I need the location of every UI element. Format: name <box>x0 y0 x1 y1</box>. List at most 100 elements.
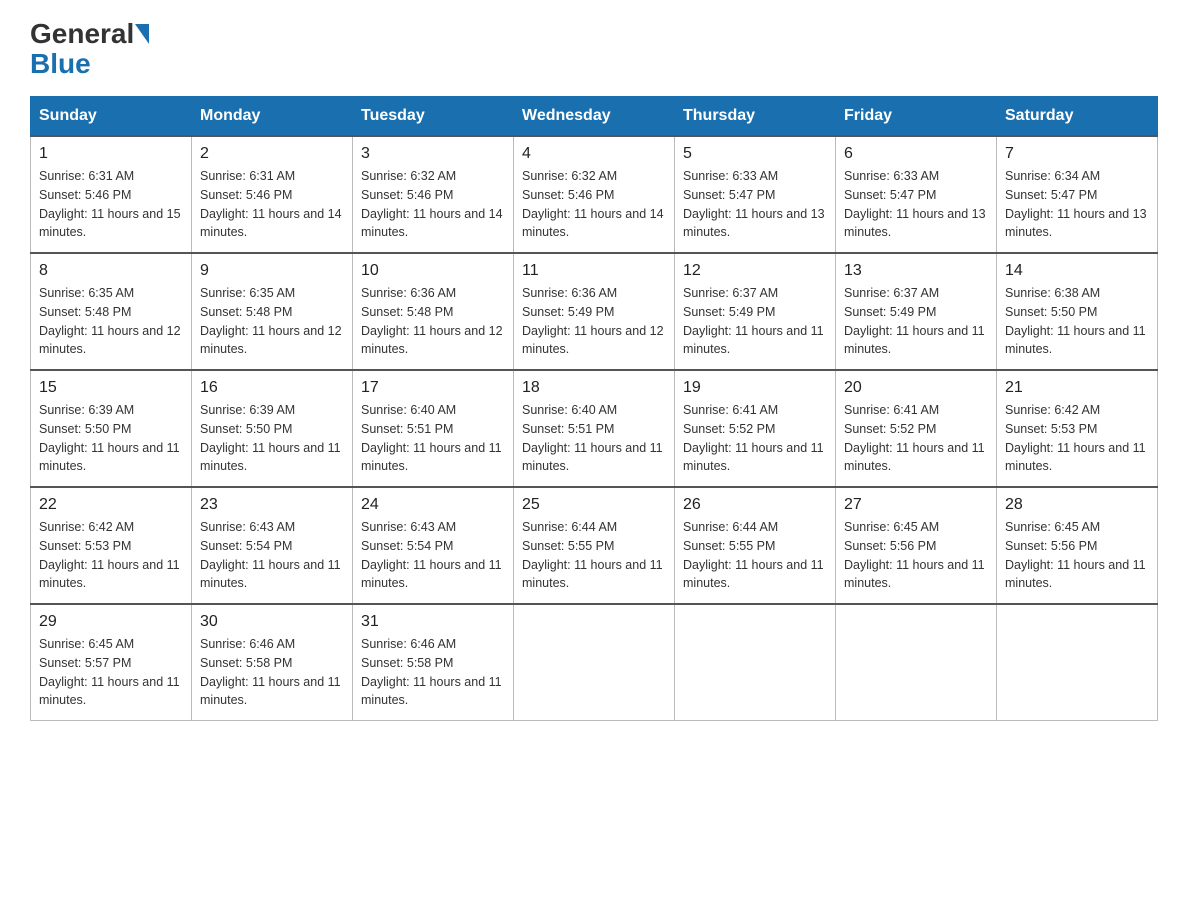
day-info: Sunrise: 6:38 AM Sunset: 5:50 PM Dayligh… <box>1005 284 1149 359</box>
day-number: 16 <box>200 379 344 397</box>
day-number: 8 <box>39 262 183 280</box>
day-info: Sunrise: 6:42 AM Sunset: 5:53 PM Dayligh… <box>39 518 183 593</box>
day-info: Sunrise: 6:32 AM Sunset: 5:46 PM Dayligh… <box>522 167 666 242</box>
weekday-header-thursday: Thursday <box>675 97 836 137</box>
day-info: Sunrise: 6:43 AM Sunset: 5:54 PM Dayligh… <box>200 518 344 593</box>
day-info: Sunrise: 6:35 AM Sunset: 5:48 PM Dayligh… <box>200 284 344 359</box>
calendar-cell <box>675 604 836 721</box>
weekday-header-tuesday: Tuesday <box>353 97 514 137</box>
calendar-cell: 4 Sunrise: 6:32 AM Sunset: 5:46 PM Dayli… <box>514 136 675 253</box>
day-info: Sunrise: 6:43 AM Sunset: 5:54 PM Dayligh… <box>361 518 505 593</box>
day-info: Sunrise: 6:46 AM Sunset: 5:58 PM Dayligh… <box>200 635 344 710</box>
logo-arrow-icon <box>135 24 149 44</box>
calendar-cell: 8 Sunrise: 6:35 AM Sunset: 5:48 PM Dayli… <box>31 253 192 370</box>
calendar-cell: 2 Sunrise: 6:31 AM Sunset: 5:46 PM Dayli… <box>192 136 353 253</box>
calendar-cell: 11 Sunrise: 6:36 AM Sunset: 5:49 PM Dayl… <box>514 253 675 370</box>
day-info: Sunrise: 6:41 AM Sunset: 5:52 PM Dayligh… <box>844 401 988 476</box>
calendar-cell: 10 Sunrise: 6:36 AM Sunset: 5:48 PM Dayl… <box>353 253 514 370</box>
calendar-cell: 15 Sunrise: 6:39 AM Sunset: 5:50 PM Dayl… <box>31 370 192 487</box>
day-number: 5 <box>683 145 827 163</box>
day-number: 15 <box>39 379 183 397</box>
day-info: Sunrise: 6:39 AM Sunset: 5:50 PM Dayligh… <box>39 401 183 476</box>
day-number: 29 <box>39 613 183 631</box>
day-info: Sunrise: 6:31 AM Sunset: 5:46 PM Dayligh… <box>39 167 183 242</box>
calendar-cell: 13 Sunrise: 6:37 AM Sunset: 5:49 PM Dayl… <box>836 253 997 370</box>
day-number: 28 <box>1005 496 1149 514</box>
day-number: 19 <box>683 379 827 397</box>
day-info: Sunrise: 6:35 AM Sunset: 5:48 PM Dayligh… <box>39 284 183 359</box>
day-info: Sunrise: 6:36 AM Sunset: 5:48 PM Dayligh… <box>361 284 505 359</box>
day-number: 20 <box>844 379 988 397</box>
calendar-cell: 21 Sunrise: 6:42 AM Sunset: 5:53 PM Dayl… <box>997 370 1158 487</box>
week-row-2: 8 Sunrise: 6:35 AM Sunset: 5:48 PM Dayli… <box>31 253 1158 370</box>
day-number: 6 <box>844 145 988 163</box>
calendar-cell: 16 Sunrise: 6:39 AM Sunset: 5:50 PM Dayl… <box>192 370 353 487</box>
day-info: Sunrise: 6:37 AM Sunset: 5:49 PM Dayligh… <box>683 284 827 359</box>
calendar-cell: 23 Sunrise: 6:43 AM Sunset: 5:54 PM Dayl… <box>192 487 353 604</box>
day-number: 25 <box>522 496 666 514</box>
day-info: Sunrise: 6:45 AM Sunset: 5:57 PM Dayligh… <box>39 635 183 710</box>
day-info: Sunrise: 6:45 AM Sunset: 5:56 PM Dayligh… <box>1005 518 1149 593</box>
day-info: Sunrise: 6:44 AM Sunset: 5:55 PM Dayligh… <box>522 518 666 593</box>
calendar-cell: 24 Sunrise: 6:43 AM Sunset: 5:54 PM Dayl… <box>353 487 514 604</box>
calendar-cell: 5 Sunrise: 6:33 AM Sunset: 5:47 PM Dayli… <box>675 136 836 253</box>
logo-blue-part: Blue <box>30 48 91 79</box>
weekday-header-wednesday: Wednesday <box>514 97 675 137</box>
calendar-cell: 17 Sunrise: 6:40 AM Sunset: 5:51 PM Dayl… <box>353 370 514 487</box>
day-info: Sunrise: 6:44 AM Sunset: 5:55 PM Dayligh… <box>683 518 827 593</box>
day-number: 24 <box>361 496 505 514</box>
calendar-cell: 7 Sunrise: 6:34 AM Sunset: 5:47 PM Dayli… <box>997 136 1158 253</box>
day-number: 9 <box>200 262 344 280</box>
week-row-3: 15 Sunrise: 6:39 AM Sunset: 5:50 PM Dayl… <box>31 370 1158 487</box>
week-row-4: 22 Sunrise: 6:42 AM Sunset: 5:53 PM Dayl… <box>31 487 1158 604</box>
logo: General Blue <box>30 20 150 78</box>
page-header: General Blue <box>30 20 1158 78</box>
day-info: Sunrise: 6:37 AM Sunset: 5:49 PM Dayligh… <box>844 284 988 359</box>
day-number: 31 <box>361 613 505 631</box>
day-number: 11 <box>522 262 666 280</box>
calendar-cell: 6 Sunrise: 6:33 AM Sunset: 5:47 PM Dayli… <box>836 136 997 253</box>
weekday-header-friday: Friday <box>836 97 997 137</box>
day-info: Sunrise: 6:41 AM Sunset: 5:52 PM Dayligh… <box>683 401 827 476</box>
calendar-cell: 3 Sunrise: 6:32 AM Sunset: 5:46 PM Dayli… <box>353 136 514 253</box>
day-info: Sunrise: 6:31 AM Sunset: 5:46 PM Dayligh… <box>200 167 344 242</box>
calendar-cell: 29 Sunrise: 6:45 AM Sunset: 5:57 PM Dayl… <box>31 604 192 721</box>
calendar-cell: 14 Sunrise: 6:38 AM Sunset: 5:50 PM Dayl… <box>997 253 1158 370</box>
day-info: Sunrise: 6:36 AM Sunset: 5:49 PM Dayligh… <box>522 284 666 359</box>
calendar-cell: 25 Sunrise: 6:44 AM Sunset: 5:55 PM Dayl… <box>514 487 675 604</box>
calendar-cell: 20 Sunrise: 6:41 AM Sunset: 5:52 PM Dayl… <box>836 370 997 487</box>
day-number: 22 <box>39 496 183 514</box>
calendar-cell: 18 Sunrise: 6:40 AM Sunset: 5:51 PM Dayl… <box>514 370 675 487</box>
day-number: 1 <box>39 145 183 163</box>
weekday-header-row: SundayMondayTuesdayWednesdayThursdayFrid… <box>31 97 1158 137</box>
calendar-cell: 19 Sunrise: 6:41 AM Sunset: 5:52 PM Dayl… <box>675 370 836 487</box>
calendar-cell: 9 Sunrise: 6:35 AM Sunset: 5:48 PM Dayli… <box>192 253 353 370</box>
day-info: Sunrise: 6:33 AM Sunset: 5:47 PM Dayligh… <box>844 167 988 242</box>
day-number: 14 <box>1005 262 1149 280</box>
day-info: Sunrise: 6:46 AM Sunset: 5:58 PM Dayligh… <box>361 635 505 710</box>
calendar-cell <box>836 604 997 721</box>
calendar-cell: 12 Sunrise: 6:37 AM Sunset: 5:49 PM Dayl… <box>675 253 836 370</box>
day-number: 18 <box>522 379 666 397</box>
day-number: 17 <box>361 379 505 397</box>
day-info: Sunrise: 6:32 AM Sunset: 5:46 PM Dayligh… <box>361 167 505 242</box>
day-number: 27 <box>844 496 988 514</box>
weekday-header-sunday: Sunday <box>31 97 192 137</box>
day-number: 10 <box>361 262 505 280</box>
day-number: 23 <box>200 496 344 514</box>
calendar-cell: 27 Sunrise: 6:45 AM Sunset: 5:56 PM Dayl… <box>836 487 997 604</box>
calendar-cell: 22 Sunrise: 6:42 AM Sunset: 5:53 PM Dayl… <box>31 487 192 604</box>
weekday-header-saturday: Saturday <box>997 97 1158 137</box>
calendar-cell: 26 Sunrise: 6:44 AM Sunset: 5:55 PM Dayl… <box>675 487 836 604</box>
day-number: 3 <box>361 145 505 163</box>
calendar-cell: 28 Sunrise: 6:45 AM Sunset: 5:56 PM Dayl… <box>997 487 1158 604</box>
calendar-table: SundayMondayTuesdayWednesdayThursdayFrid… <box>30 96 1158 721</box>
calendar-cell: 1 Sunrise: 6:31 AM Sunset: 5:46 PM Dayli… <box>31 136 192 253</box>
day-number: 13 <box>844 262 988 280</box>
day-info: Sunrise: 6:40 AM Sunset: 5:51 PM Dayligh… <box>361 401 505 476</box>
day-number: 4 <box>522 145 666 163</box>
day-info: Sunrise: 6:45 AM Sunset: 5:56 PM Dayligh… <box>844 518 988 593</box>
calendar-cell <box>514 604 675 721</box>
day-number: 12 <box>683 262 827 280</box>
calendar-cell: 30 Sunrise: 6:46 AM Sunset: 5:58 PM Dayl… <box>192 604 353 721</box>
